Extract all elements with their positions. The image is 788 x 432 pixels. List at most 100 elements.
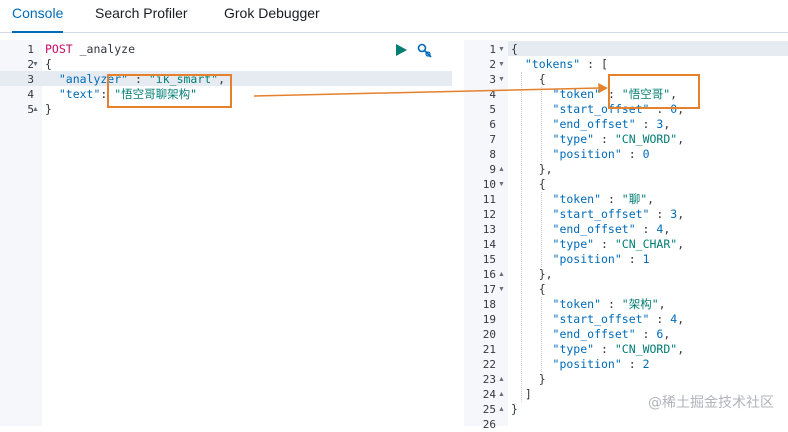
json-punc: : [601, 192, 622, 206]
fold-toggle-icon[interactable]: ▼ [498, 282, 785, 297]
json-punc: : [635, 327, 657, 341]
json-punc: : [621, 147, 643, 161]
response-line-18: "token" : "架构", [511, 297, 666, 312]
input-text-highlight [107, 74, 232, 108]
line-number: 21 [482, 343, 496, 356]
fold-toggle-icon[interactable]: ▼ [498, 42, 785, 57]
request-path: _analyze [72, 42, 136, 56]
json-punc: , [658, 297, 666, 311]
line-number: 6 [489, 118, 496, 131]
response-line-11: "token" : "聊", [511, 192, 655, 207]
json-punc: : [594, 237, 615, 251]
fold-toggle-icon[interactable]: ▲ [498, 162, 785, 177]
line-number: 24 [482, 388, 496, 401]
json-punc: , [677, 207, 685, 221]
json-punc: : [621, 252, 643, 266]
pane-resizer[interactable] [452, 40, 464, 426]
line-number: 7 [489, 133, 496, 146]
line-number: 19 [482, 313, 496, 326]
json-punc: , [663, 327, 671, 341]
json-punc: : [635, 117, 657, 131]
fold-toggle-icon[interactable]: ▼ [498, 177, 785, 192]
json-number: 1 [642, 252, 650, 266]
json-key: "token" [511, 192, 602, 206]
json-key: "type" [511, 237, 595, 251]
line-number: 18 [482, 298, 496, 311]
json-key: "position" [511, 252, 622, 266]
json-punc: , [663, 222, 671, 236]
json-key: "token" [511, 297, 602, 311]
line-number: 10 [482, 178, 496, 191]
line-number: 26 [482, 418, 496, 431]
json-string: "CN_WORD" [614, 342, 678, 356]
json-punc: , [663, 117, 671, 131]
request-gutter [0, 40, 42, 426]
json-key: "end_offset" [511, 327, 636, 341]
line-number: 1 [27, 43, 34, 56]
line-number: 12 [482, 208, 496, 221]
response-line-13: "end_offset" : 4, [511, 222, 671, 237]
line-number: 3 [27, 73, 34, 86]
json-number: 2 [642, 357, 650, 371]
json-number: 0 [642, 147, 650, 161]
line-number: 20 [482, 328, 496, 341]
line-number: 11 [482, 193, 496, 206]
play-icon[interactable] [394, 43, 408, 57]
json-string: "架构" [621, 297, 659, 311]
token-highlight [608, 74, 700, 109]
wrench-icon[interactable] [417, 43, 433, 59]
line-number: 16 [482, 268, 496, 281]
line-number: 23 [482, 373, 496, 386]
json-punc: : [594, 132, 615, 146]
response-line-8: "position" : 0 [511, 147, 650, 162]
line-number: 25 [482, 403, 496, 416]
line-number: 22 [482, 358, 496, 371]
json-string: "聊" [621, 192, 648, 206]
json-key: "type" [511, 342, 595, 356]
tab-search-profiler[interactable]: Search Profiler [95, 5, 188, 32]
request-code-area[interactable]: POST _analyze { "analyzer" : "ik_smart",… [42, 40, 452, 426]
json-key: "position" [511, 147, 622, 161]
line-number: 13 [482, 223, 496, 236]
fold-toggle-icon[interactable]: ▼ [32, 57, 449, 72]
line-number: 3 [489, 73, 496, 86]
request-line-1: POST _analyze [45, 42, 135, 57]
response-line-20: "end_offset" : 6, [511, 327, 671, 342]
fold-toggle-icon[interactable]: ▲ [498, 267, 785, 282]
json-punc: : [649, 312, 671, 326]
console-tabs: Console Search Profiler Grok Debugger [0, 0, 788, 33]
watermark: @稀土掘金技术社区 [648, 395, 774, 411]
json-key: "end_offset" [511, 222, 636, 236]
json-punc: , [677, 132, 685, 146]
response-line-6: "end_offset" : 3, [511, 117, 671, 132]
line-number: 4 [489, 88, 496, 101]
fold-toggle-icon[interactable]: ▲ [32, 102, 449, 117]
json-key: "token" [511, 87, 602, 101]
line-number: 15 [482, 253, 496, 266]
json-string: "CN_CHAR" [614, 237, 678, 251]
line-number: 4 [27, 88, 34, 101]
response-line-21: "type" : "CN_WORD", [511, 342, 685, 357]
line-number: 5 [489, 103, 496, 116]
http-method: POST [45, 42, 73, 56]
fold-toggle-icon[interactable]: ▲ [498, 372, 785, 387]
tab-grok-debugger[interactable]: Grok Debugger [224, 5, 320, 32]
response-line-15: "position" : 1 [511, 252, 650, 267]
json-key: "type" [511, 132, 595, 146]
response-line-19: "start_offset" : 4, [511, 312, 685, 327]
json-key: "position" [511, 357, 622, 371]
json-punc: , [677, 237, 685, 251]
json-punc: : [635, 222, 657, 236]
response-line-14: "type" : "CN_CHAR", [511, 237, 685, 252]
fold-toggle-icon[interactable]: ▼ [498, 57, 785, 72]
line-number: 14 [482, 238, 496, 251]
json-key: "start_offset" [511, 207, 650, 221]
json-punc: : [649, 207, 671, 221]
line-number: 8 [489, 148, 496, 161]
tab-console[interactable]: Console [12, 5, 64, 33]
json-punc: : [601, 297, 622, 311]
json-punc: : [594, 342, 615, 356]
json-punc: , [647, 192, 655, 206]
line-number: 1 [489, 43, 496, 56]
response-line-7: "type" : "CN_WORD", [511, 132, 685, 147]
